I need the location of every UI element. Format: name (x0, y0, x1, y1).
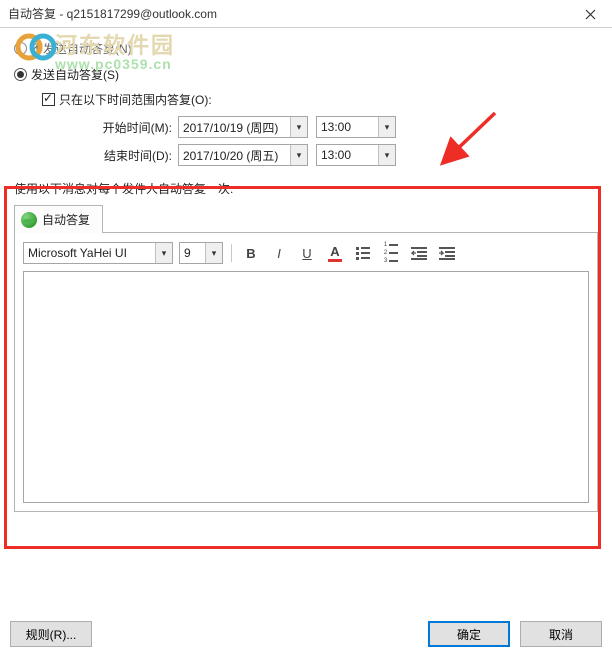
checkbox-icon (42, 93, 55, 106)
radio-no-auto-reply[interactable]: 不发送自动答复(N) (14, 38, 598, 58)
bullet-list-button[interactable] (352, 242, 374, 264)
separator (231, 244, 232, 262)
dialog-footer: 规则(R)... 确定 取消 (10, 621, 602, 647)
font-size-select[interactable]: 9 ▾ (179, 242, 223, 264)
bold-button[interactable]: B (240, 242, 262, 264)
rules-button[interactable]: 规则(R)... (10, 621, 92, 647)
font-color-button[interactable]: A (324, 242, 346, 264)
bullet-list-icon (356, 247, 370, 260)
chevron-down-icon: ▾ (155, 243, 172, 263)
increase-indent-icon (439, 246, 455, 260)
chevron-down-icon: ▾ (378, 117, 395, 137)
decrease-indent-button[interactable] (408, 242, 430, 264)
checkbox-time-range[interactable]: 只在以下时间范围内答复(O): (42, 90, 598, 108)
chevron-down-icon: ▾ (290, 117, 307, 137)
close-button[interactable] (568, 0, 612, 28)
increase-indent-button[interactable] (436, 242, 458, 264)
checkbox-label: 只在以下时间范围内答复(O): (59, 91, 212, 108)
chevron-down-icon: ▾ (290, 145, 307, 165)
end-time-select[interactable]: 13:00 ▾ (316, 144, 396, 166)
end-time-value: 13:00 (321, 148, 351, 162)
radio-label: 不发送自动答复(N) (31, 40, 132, 57)
ok-button[interactable]: 确定 (428, 621, 510, 647)
font-color-icon: A (328, 245, 342, 262)
chevron-down-icon: ▾ (205, 243, 222, 263)
italic-button[interactable]: I (268, 242, 290, 264)
underline-button[interactable]: U (296, 242, 318, 264)
editor-panel: Microsoft YaHei UI ▾ 9 ▾ B I U A (14, 233, 598, 512)
start-date-select[interactable]: 2017/10/19 (周四) ▾ (178, 116, 308, 138)
window-title: 自动答复 - q2151817299@outlook.com (8, 5, 217, 22)
tab-auto-reply[interactable]: 自动答复 (14, 205, 103, 233)
numbered-list-button[interactable]: 1 2 3 (380, 242, 402, 264)
font-select[interactable]: Microsoft YaHei UI ▾ (23, 242, 173, 264)
tab-label: 自动答复 (42, 211, 90, 228)
numbered-list-icon: 1 2 3 (384, 242, 398, 264)
titlebar: 自动答复 - q2151817299@outlook.com (0, 0, 612, 28)
radio-icon (14, 42, 27, 55)
start-date-value: 2017/10/19 (周四) (183, 119, 278, 136)
chevron-down-icon: ▾ (378, 145, 395, 165)
start-time-value: 13:00 (321, 120, 351, 134)
radio-icon (14, 68, 27, 81)
size-value: 9 (184, 246, 191, 260)
close-icon (585, 9, 596, 20)
tab-strip: 自动答复 (14, 205, 598, 233)
end-date-select[interactable]: 2017/10/20 (周五) ▾ (178, 144, 308, 166)
start-time-label: 开始时间(M): (90, 119, 172, 136)
radio-label: 发送自动答复(S) (31, 66, 119, 83)
end-time-label: 结束时间(D): (90, 147, 172, 164)
reply-message-label: 使用以下消息对每个发件人自动答复一次: (14, 180, 598, 197)
end-date-value: 2017/10/20 (周五) (183, 147, 278, 164)
cancel-button[interactable]: 取消 (520, 621, 602, 647)
editor-toolbar: Microsoft YaHei UI ▾ 9 ▾ B I U A (23, 241, 589, 265)
start-time-select[interactable]: 13:00 ▾ (316, 116, 396, 138)
message-body-input[interactable] (23, 271, 589, 503)
globe-icon (21, 212, 37, 228)
radio-send-auto-reply[interactable]: 发送自动答复(S) (14, 64, 598, 84)
decrease-indent-icon (411, 246, 427, 260)
font-value: Microsoft YaHei UI (28, 246, 127, 260)
